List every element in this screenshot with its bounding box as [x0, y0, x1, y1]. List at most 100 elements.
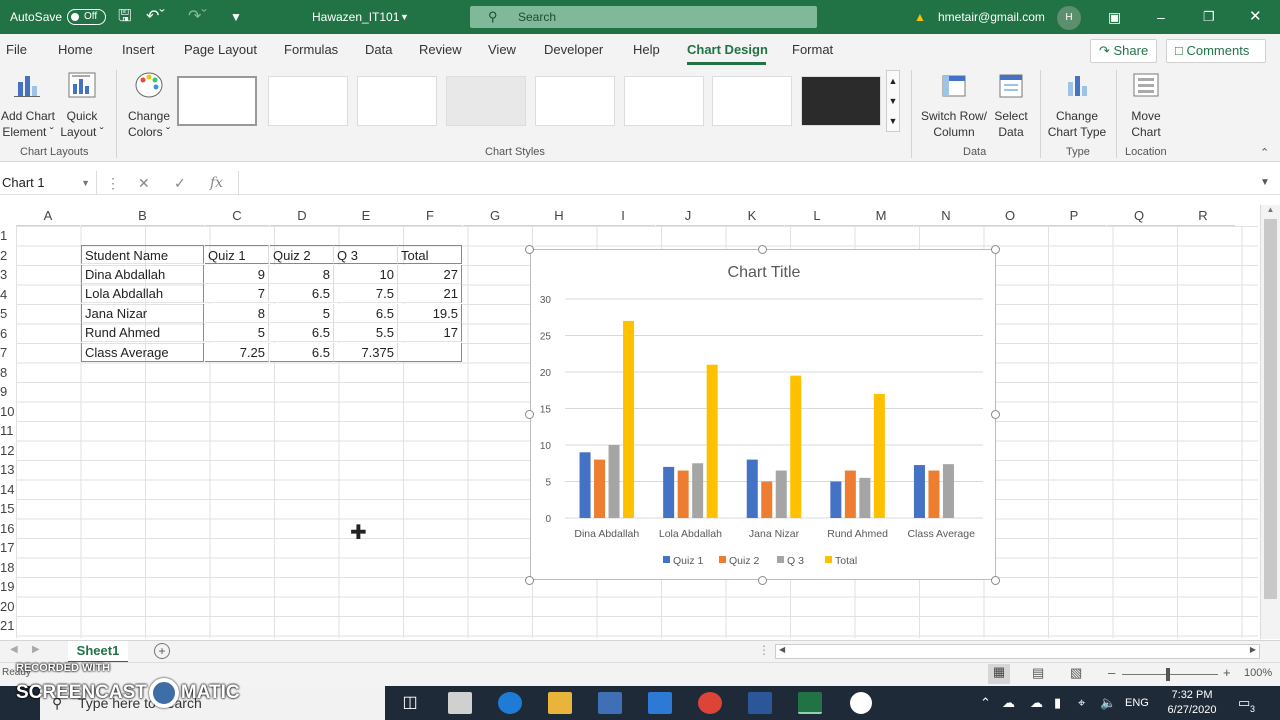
tab-insert[interactable]: Insert [122, 42, 155, 57]
bar-q-3[interactable] [859, 477, 871, 518]
row-header-12[interactable]: 12 [0, 440, 16, 460]
column-header-q[interactable]: Q [1107, 205, 1171, 226]
table-cell[interactable]: 6.5 [334, 303, 398, 323]
table-cell[interactable]: 6.5 [270, 323, 334, 342]
chevron-up-icon[interactable]: ▲ [887, 71, 899, 91]
column-header-c[interactable]: C [205, 205, 269, 226]
column-header-e[interactable]: E [334, 205, 398, 226]
bar-quiz-2[interactable] [677, 470, 689, 518]
tab-split-icon[interactable]: ⋮ [758, 643, 770, 657]
column-header-m[interactable]: M [849, 205, 913, 226]
tab-review[interactable]: Review [419, 42, 462, 57]
table-cell[interactable]: Jana Nizar [81, 303, 204, 323]
share-button[interactable]: ↷ Share [1090, 39, 1158, 63]
change-chart-type-button[interactable]: Change Chart Type [1044, 70, 1110, 140]
table-cell[interactable]: 27 [398, 264, 462, 284]
bar-quiz-1[interactable] [746, 459, 758, 518]
table-cell[interactable]: 8 [205, 303, 269, 323]
chrome-icon[interactable] [698, 692, 722, 714]
column-header-p[interactable]: P [1042, 205, 1106, 226]
zoom-in-icon[interactable]: + [1223, 665, 1231, 680]
row-header-17[interactable]: 17 [0, 538, 16, 558]
language-indicator[interactable]: ENG [1125, 686, 1149, 720]
resize-handle[interactable] [991, 410, 1000, 419]
table-cell[interactable]: 7 [205, 284, 269, 303]
row-header-7[interactable]: 7 [0, 343, 16, 363]
tab-view[interactable]: View [488, 42, 516, 57]
chevron-up-icon[interactable]: ▲ [1261, 205, 1280, 214]
column-header-f[interactable]: F [398, 205, 462, 226]
avatar[interactable]: H [1057, 6, 1081, 30]
network-icon[interactable]: ⌖ [1078, 686, 1085, 720]
table-cell[interactable]: Lola Abdallah [81, 284, 204, 303]
column-header-a[interactable]: A [16, 205, 80, 226]
warning-icon[interactable]: ▲ [914, 0, 926, 34]
table-header-cell[interactable]: Quiz 2 [270, 245, 334, 264]
table-cell[interactable]: 7.25 [205, 342, 269, 362]
tab-sheet1[interactable]: Sheet1 [68, 641, 128, 663]
column-header-j[interactable]: J [656, 205, 720, 226]
table-header-cell[interactable]: Q 3 [334, 245, 398, 264]
tab-file[interactable]: File [6, 42, 27, 57]
vertical-scrollbar[interactable]: ▲ [1260, 205, 1280, 639]
tab-help[interactable]: Help [633, 42, 660, 57]
column-header-o[interactable]: O [978, 205, 1042, 226]
chevron-down-icon[interactable]: ▼ [400, 0, 409, 34]
column-header-n[interactable]: N [914, 205, 978, 226]
row-header-3[interactable]: 3 [0, 265, 16, 285]
bar-quiz-1[interactable] [663, 466, 675, 518]
legend-swatch[interactable] [719, 556, 726, 563]
cloud-icon[interactable]: ☁ [1002, 686, 1015, 720]
row-header-8[interactable]: 8 [0, 362, 16, 382]
tray-chevron-icon[interactable]: ⌃ [980, 686, 991, 720]
zoom-thumb[interactable] [1166, 668, 1170, 681]
horizontal-scrollbar[interactable]: ◀ ▶ [775, 644, 1260, 659]
table-cell[interactable]: 17 [398, 323, 462, 342]
tab-page-layout[interactable]: Page Layout [184, 42, 257, 57]
normal-view-icon[interactable]: ▦ [988, 664, 1010, 684]
file-explorer-icon[interactable] [548, 692, 572, 714]
scroll-right-icon[interactable]: ▶ [1250, 645, 1256, 654]
cancel-icon[interactable]: ✕ [138, 171, 150, 195]
autosave-toggle[interactable]: Off [67, 9, 106, 25]
volume-icon[interactable]: 🔈 [1100, 686, 1116, 720]
bar-total[interactable] [623, 320, 635, 518]
row-header-18[interactable]: 18 [0, 557, 16, 577]
undo-icon[interactable]: ↶ˇ [146, 0, 165, 34]
legend-swatch[interactable] [663, 556, 670, 563]
notification-icon[interactable]: ▭ [1238, 686, 1250, 720]
bar-total[interactable] [790, 375, 802, 518]
row-header-5[interactable]: 5 [0, 304, 16, 324]
document-title[interactable]: Hawazen_IT101 [312, 0, 399, 34]
account-email[interactable]: hmetair@gmail.com [938, 0, 1045, 34]
row-header-6[interactable]: 6 [0, 323, 16, 343]
column-header-b[interactable]: B [81, 205, 204, 226]
edge-icon[interactable] [498, 692, 522, 714]
chart-style-2[interactable] [268, 76, 348, 126]
add-sheet-icon[interactable]: + [154, 643, 170, 659]
resize-handle[interactable] [525, 245, 534, 254]
table-cell[interactable]: 5.5 [334, 323, 398, 342]
battery-icon[interactable]: ▮ [1054, 686, 1061, 720]
chart-style-3[interactable] [357, 76, 437, 126]
quick-layout-button[interactable]: Quick Layout ˇ [58, 70, 106, 140]
zoom-out-icon[interactable]: – [1108, 665, 1115, 680]
bar-total[interactable] [706, 364, 718, 518]
row-header-4[interactable]: 4 [0, 284, 16, 304]
bar-quiz-1[interactable] [579, 452, 591, 518]
table-cell[interactable] [398, 342, 462, 362]
column-header-d[interactable]: D [270, 205, 334, 226]
zoom-slider[interactable] [1122, 674, 1218, 675]
legend-swatch[interactable] [825, 556, 832, 563]
table-cell[interactable]: 10 [334, 264, 398, 284]
styles-scroll[interactable]: ▲ ▼ ▼ [886, 70, 900, 132]
fx-icon[interactable]: fx [210, 171, 223, 195]
column-header-h[interactable]: H [527, 205, 591, 226]
comments-button[interactable]: □ Comments [1166, 39, 1266, 63]
scroll-thumb[interactable] [1264, 219, 1277, 599]
restore-icon[interactable]: ❐ [1203, 0, 1215, 34]
chart-style-8[interactable] [801, 76, 881, 126]
confirm-icon[interactable]: ✓ [174, 171, 186, 195]
bar-quiz-2[interactable] [844, 470, 856, 518]
bar-quiz-1[interactable] [830, 481, 842, 519]
